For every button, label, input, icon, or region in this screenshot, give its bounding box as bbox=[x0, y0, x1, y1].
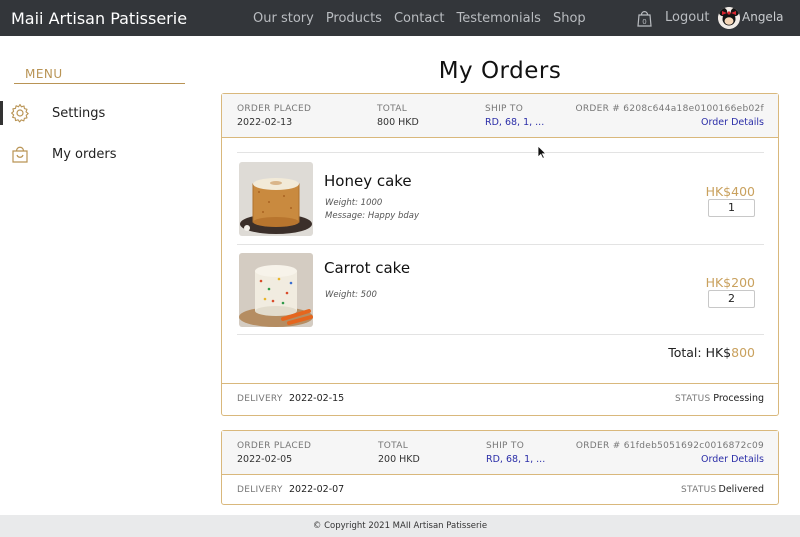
item-divider bbox=[237, 152, 764, 153]
carrot-cake-image[interactable] bbox=[239, 253, 313, 327]
cart-icon[interactable]: 0 bbox=[636, 9, 653, 27]
item-divider bbox=[237, 244, 764, 245]
ship-to-link[interactable]: RD, 68, 1, ... bbox=[486, 454, 545, 465]
order-total-label: TOTAL bbox=[377, 104, 408, 114]
product-weight: Weight: 500 bbox=[325, 290, 377, 300]
ship-to-link[interactable]: RD, 68, 1, ... bbox=[485, 117, 544, 128]
menu-title: MENU bbox=[25, 67, 63, 81]
menu-underline bbox=[14, 83, 185, 84]
delivery-label: DELIVERY bbox=[237, 485, 283, 495]
status-badge: Delivered bbox=[718, 484, 764, 495]
shopping-bag-icon bbox=[12, 146, 28, 163]
order-grand-total: Total: HK$800 bbox=[668, 345, 755, 360]
order-number: ORDER # 6208c644a18e0100166eb02f bbox=[575, 104, 764, 114]
svg-text:0: 0 bbox=[642, 18, 646, 26]
avatar[interactable] bbox=[718, 7, 740, 29]
status-badge: Processing bbox=[713, 393, 764, 404]
gear-icon bbox=[11, 103, 29, 123]
order-card: ORDER PLACED 2022-02-05 TOTAL 200 HKD SH… bbox=[221, 430, 779, 505]
order-number: ORDER # 61fdeb5051692c0016872c09 bbox=[575, 441, 764, 451]
sidebar-item-settings[interactable]: Settings bbox=[0, 101, 180, 125]
ship-to-label: SHIP TO bbox=[486, 441, 525, 451]
product-weight: Weight: 1000 bbox=[325, 198, 383, 208]
order-placed-label: ORDER PLACED bbox=[237, 104, 312, 114]
nav-products[interactable]: Products bbox=[326, 11, 382, 26]
order-details-link[interactable]: Order Details bbox=[701, 117, 764, 128]
grand-total-label: Total: HK$ bbox=[668, 345, 732, 360]
order-total-label: TOTAL bbox=[378, 441, 409, 451]
main-nav: Our story Products Contact Testemonials … bbox=[253, 0, 586, 36]
order-header: ORDER PLACED 2022-02-05 TOTAL 200 HKD SH… bbox=[222, 431, 778, 475]
nav-testimonials[interactable]: Testemonials bbox=[457, 11, 541, 26]
page-title: My Orders bbox=[438, 58, 562, 84]
status-label: STATUS bbox=[681, 485, 717, 495]
logout-link[interactable]: Logout bbox=[665, 10, 710, 25]
mouse-cursor-icon bbox=[537, 145, 547, 159]
nav-contact[interactable]: Contact bbox=[394, 11, 445, 26]
grand-total-amount: 800 bbox=[731, 345, 755, 360]
sidebar-item-label: My orders bbox=[52, 146, 117, 162]
item-divider bbox=[237, 334, 764, 335]
order-total-value: 200 HKD bbox=[378, 454, 420, 465]
product-name[interactable]: Honey cake bbox=[324, 172, 412, 190]
order-header: ORDER PLACED 2022-02-13 TOTAL 800 HKD SH… bbox=[222, 94, 778, 138]
brand-logo-text[interactable]: Maii Artisan Patisserie bbox=[11, 9, 187, 28]
order-total-value: 800 HKD bbox=[377, 117, 419, 128]
ship-to-label: SHIP TO bbox=[485, 104, 524, 114]
order-card: ORDER PLACED 2022-02-13 TOTAL 800 HKD SH… bbox=[221, 93, 779, 416]
product-price: HK$200 bbox=[705, 275, 755, 290]
delivery-date: 2022-02-07 bbox=[289, 484, 345, 495]
status-label: STATUS bbox=[675, 394, 711, 404]
honey-cake-image[interactable] bbox=[239, 162, 313, 236]
page-footer: © Copyright 2021 MAII Artisan Patisserie bbox=[0, 515, 800, 537]
order-placed-date: 2022-02-05 bbox=[237, 454, 293, 465]
order-placed-date: 2022-02-13 bbox=[237, 117, 293, 128]
order-details-link[interactable]: Order Details bbox=[701, 454, 764, 465]
order-items: Honey cake Weight: 1000 Message: Happy b… bbox=[222, 138, 778, 384]
quantity-box: 2 bbox=[708, 290, 755, 308]
delivery-date: 2022-02-15 bbox=[289, 393, 345, 404]
product-name[interactable]: Carrot cake bbox=[324, 259, 410, 277]
nav-our-story[interactable]: Our story bbox=[253, 11, 314, 26]
delivery-label: DELIVERY bbox=[237, 394, 283, 404]
product-message: Message: Happy bday bbox=[325, 211, 419, 221]
order-placed-label: ORDER PLACED bbox=[237, 441, 312, 451]
quantity-box: 1 bbox=[708, 199, 755, 217]
product-price: HK$400 bbox=[705, 184, 755, 199]
order-footer: DELIVERY 2022-02-07 STATUS Delivered bbox=[222, 475, 778, 505]
sidebar-item-my-orders[interactable]: My orders bbox=[0, 142, 180, 166]
nav-shop[interactable]: Shop bbox=[553, 11, 586, 26]
user-name[interactable]: Angela bbox=[742, 10, 784, 24]
sidebar-item-label: Settings bbox=[52, 105, 106, 121]
order-footer: DELIVERY 2022-02-15 STATUS Processing bbox=[222, 384, 778, 414]
